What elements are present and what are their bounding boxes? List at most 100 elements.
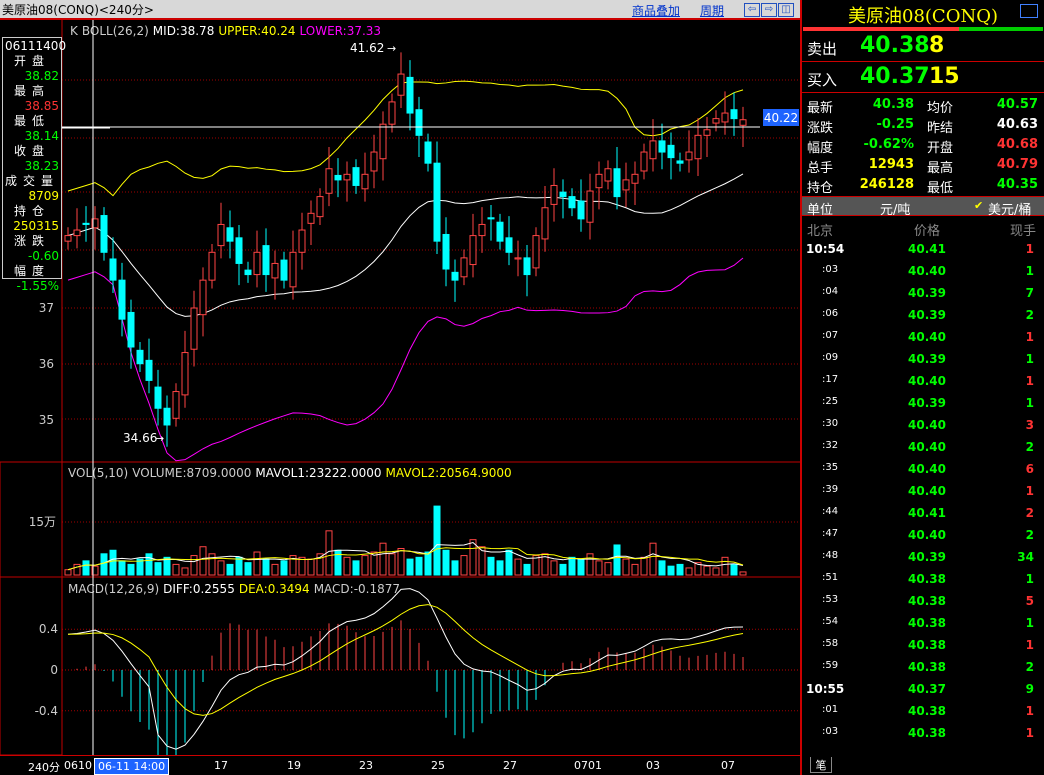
- candle-down: [505, 237, 513, 253]
- sell-row: 卖出 40.38 8: [802, 32, 1044, 62]
- volume-bar: [550, 560, 558, 576]
- tick-time: :58: [822, 638, 839, 649]
- stat-label: 开盘: [927, 141, 954, 156]
- volume-bar: [658, 560, 666, 576]
- info-value: 38.85: [24, 99, 59, 113]
- volume-bar: [262, 558, 270, 576]
- candle-up: [253, 251, 261, 276]
- candle-up: [325, 168, 333, 194]
- volume-bar: [595, 560, 603, 576]
- info-value: 250315: [13, 219, 59, 233]
- tick-row: :35 40.40 6: [802, 458, 1042, 480]
- macd-axis-label: -0.4: [35, 704, 58, 718]
- tick-time: :51: [822, 572, 839, 583]
- tick-time: :32: [822, 440, 839, 451]
- candle-down: [730, 109, 738, 120]
- stat-value: 40.57: [996, 97, 1038, 112]
- volume-bar: [577, 558, 585, 576]
- info-label: 成交量: [5, 174, 60, 188]
- volume-bar: [442, 549, 450, 576]
- candle-up: [208, 251, 216, 281]
- macd-value: DEA:0.3494: [239, 582, 310, 596]
- tick-time: :35: [822, 462, 839, 473]
- volume-bar: [667, 565, 675, 576]
- layout-button[interactable]: ◫: [778, 3, 794, 17]
- tick-time: 10:54: [806, 242, 845, 256]
- tick-price: 40.39: [908, 308, 946, 322]
- volume-bar: [523, 563, 531, 576]
- candle-down: [415, 109, 423, 136]
- volume-bar: [199, 546, 207, 576]
- stat-label: 昨结: [927, 121, 954, 136]
- tick-row: :01 40.38 1: [802, 700, 1042, 722]
- volume-bar: [739, 571, 747, 576]
- tick-price: 40.40: [908, 462, 946, 476]
- volume-bar: [352, 560, 360, 576]
- overlay-link[interactable]: 商品叠加: [632, 2, 680, 19]
- buy-label: 买入: [807, 71, 838, 89]
- unit-option-usd-per-barrel[interactable]: 美元/桶: [988, 199, 1031, 218]
- info-label: 涨跌: [13, 234, 50, 248]
- symbol-title: 美原油08(CONQ): [848, 6, 998, 27]
- boll-value: UPPER:40.24: [218, 24, 295, 38]
- tick-volume: 1: [1025, 616, 1034, 630]
- candle-down: [442, 233, 450, 270]
- candle-up: [190, 307, 198, 350]
- tick-volume: 5: [1025, 594, 1034, 608]
- tick-time: :59: [822, 660, 839, 671]
- volume-bar: [118, 560, 126, 576]
- tick-price: 40.39: [908, 550, 946, 564]
- dea-line: [67, 604, 744, 716]
- candle-down: [226, 227, 234, 242]
- tab-ticks[interactable]: 笔: [810, 757, 832, 773]
- candle-up: [604, 168, 612, 182]
- tick-price: 40.39: [908, 286, 946, 300]
- x-tick-label: 03: [646, 759, 660, 772]
- candle-down: [154, 386, 162, 409]
- tick-time: :09: [822, 352, 839, 363]
- candle-up: [739, 119, 747, 126]
- tick-row: :44 40.41 2: [802, 502, 1042, 524]
- tick-row: :47 40.40 2: [802, 524, 1042, 546]
- volume-bar: [505, 549, 513, 576]
- tick-price: 40.41: [908, 506, 946, 520]
- kline-chart[interactable]: 37363540.2241.62 →34.66→K BOLL(26,2) MID:38…: [0, 20, 800, 755]
- sell-label: 卖出: [807, 40, 838, 58]
- tick-price: 40.40: [908, 264, 946, 278]
- scroll-right-button[interactable]: ⇨: [761, 3, 777, 17]
- x-tick-label: 19: [287, 759, 301, 772]
- info-value: 38.23: [24, 159, 59, 173]
- tick-row: :32 40.40 2: [802, 436, 1042, 458]
- tick-row: :03 40.38 1: [802, 722, 1042, 744]
- maximize-icon[interactable]: [1020, 4, 1038, 18]
- info-value: 8709: [28, 189, 59, 203]
- tick-volume: 1: [1025, 704, 1034, 718]
- scroll-left-button[interactable]: ⇦: [744, 3, 760, 17]
- period-link[interactable]: 周期: [700, 2, 724, 19]
- x-tick-label: 0701: [574, 759, 602, 772]
- candle-down: [667, 144, 675, 159]
- candle-up: [469, 235, 477, 266]
- info-label: 最低: [13, 114, 50, 128]
- unit-bar: 单位 元/吨 ✔ 美元/桶: [802, 196, 1044, 218]
- unit-option-yuan-per-ton[interactable]: 元/吨: [880, 199, 910, 218]
- candle-up: [298, 229, 306, 253]
- stat-row: 持仓 246128 最低 40.35: [802, 175, 1044, 196]
- tick-volume: 1: [1025, 264, 1034, 278]
- volume-bar: [415, 556, 423, 576]
- candle-up: [217, 223, 225, 247]
- tick-price: 40.38: [908, 638, 946, 652]
- candle-down: [262, 245, 270, 276]
- macd-axis-label: 0: [50, 663, 58, 677]
- tick-row: :53 40.38 5: [802, 590, 1042, 612]
- tick-volume: 1: [1025, 638, 1034, 652]
- volume-bar: [730, 563, 738, 576]
- tick-price: 40.41: [908, 242, 946, 256]
- volume-bar: [685, 567, 693, 576]
- volume-bar: [190, 555, 198, 576]
- candle-down: [568, 196, 576, 209]
- stat-row: 幅度 -0.62% 开盘 40.68: [802, 135, 1044, 156]
- tick-price: 40.40: [908, 418, 946, 432]
- candle-down: [676, 160, 684, 164]
- candle-up: [316, 196, 324, 218]
